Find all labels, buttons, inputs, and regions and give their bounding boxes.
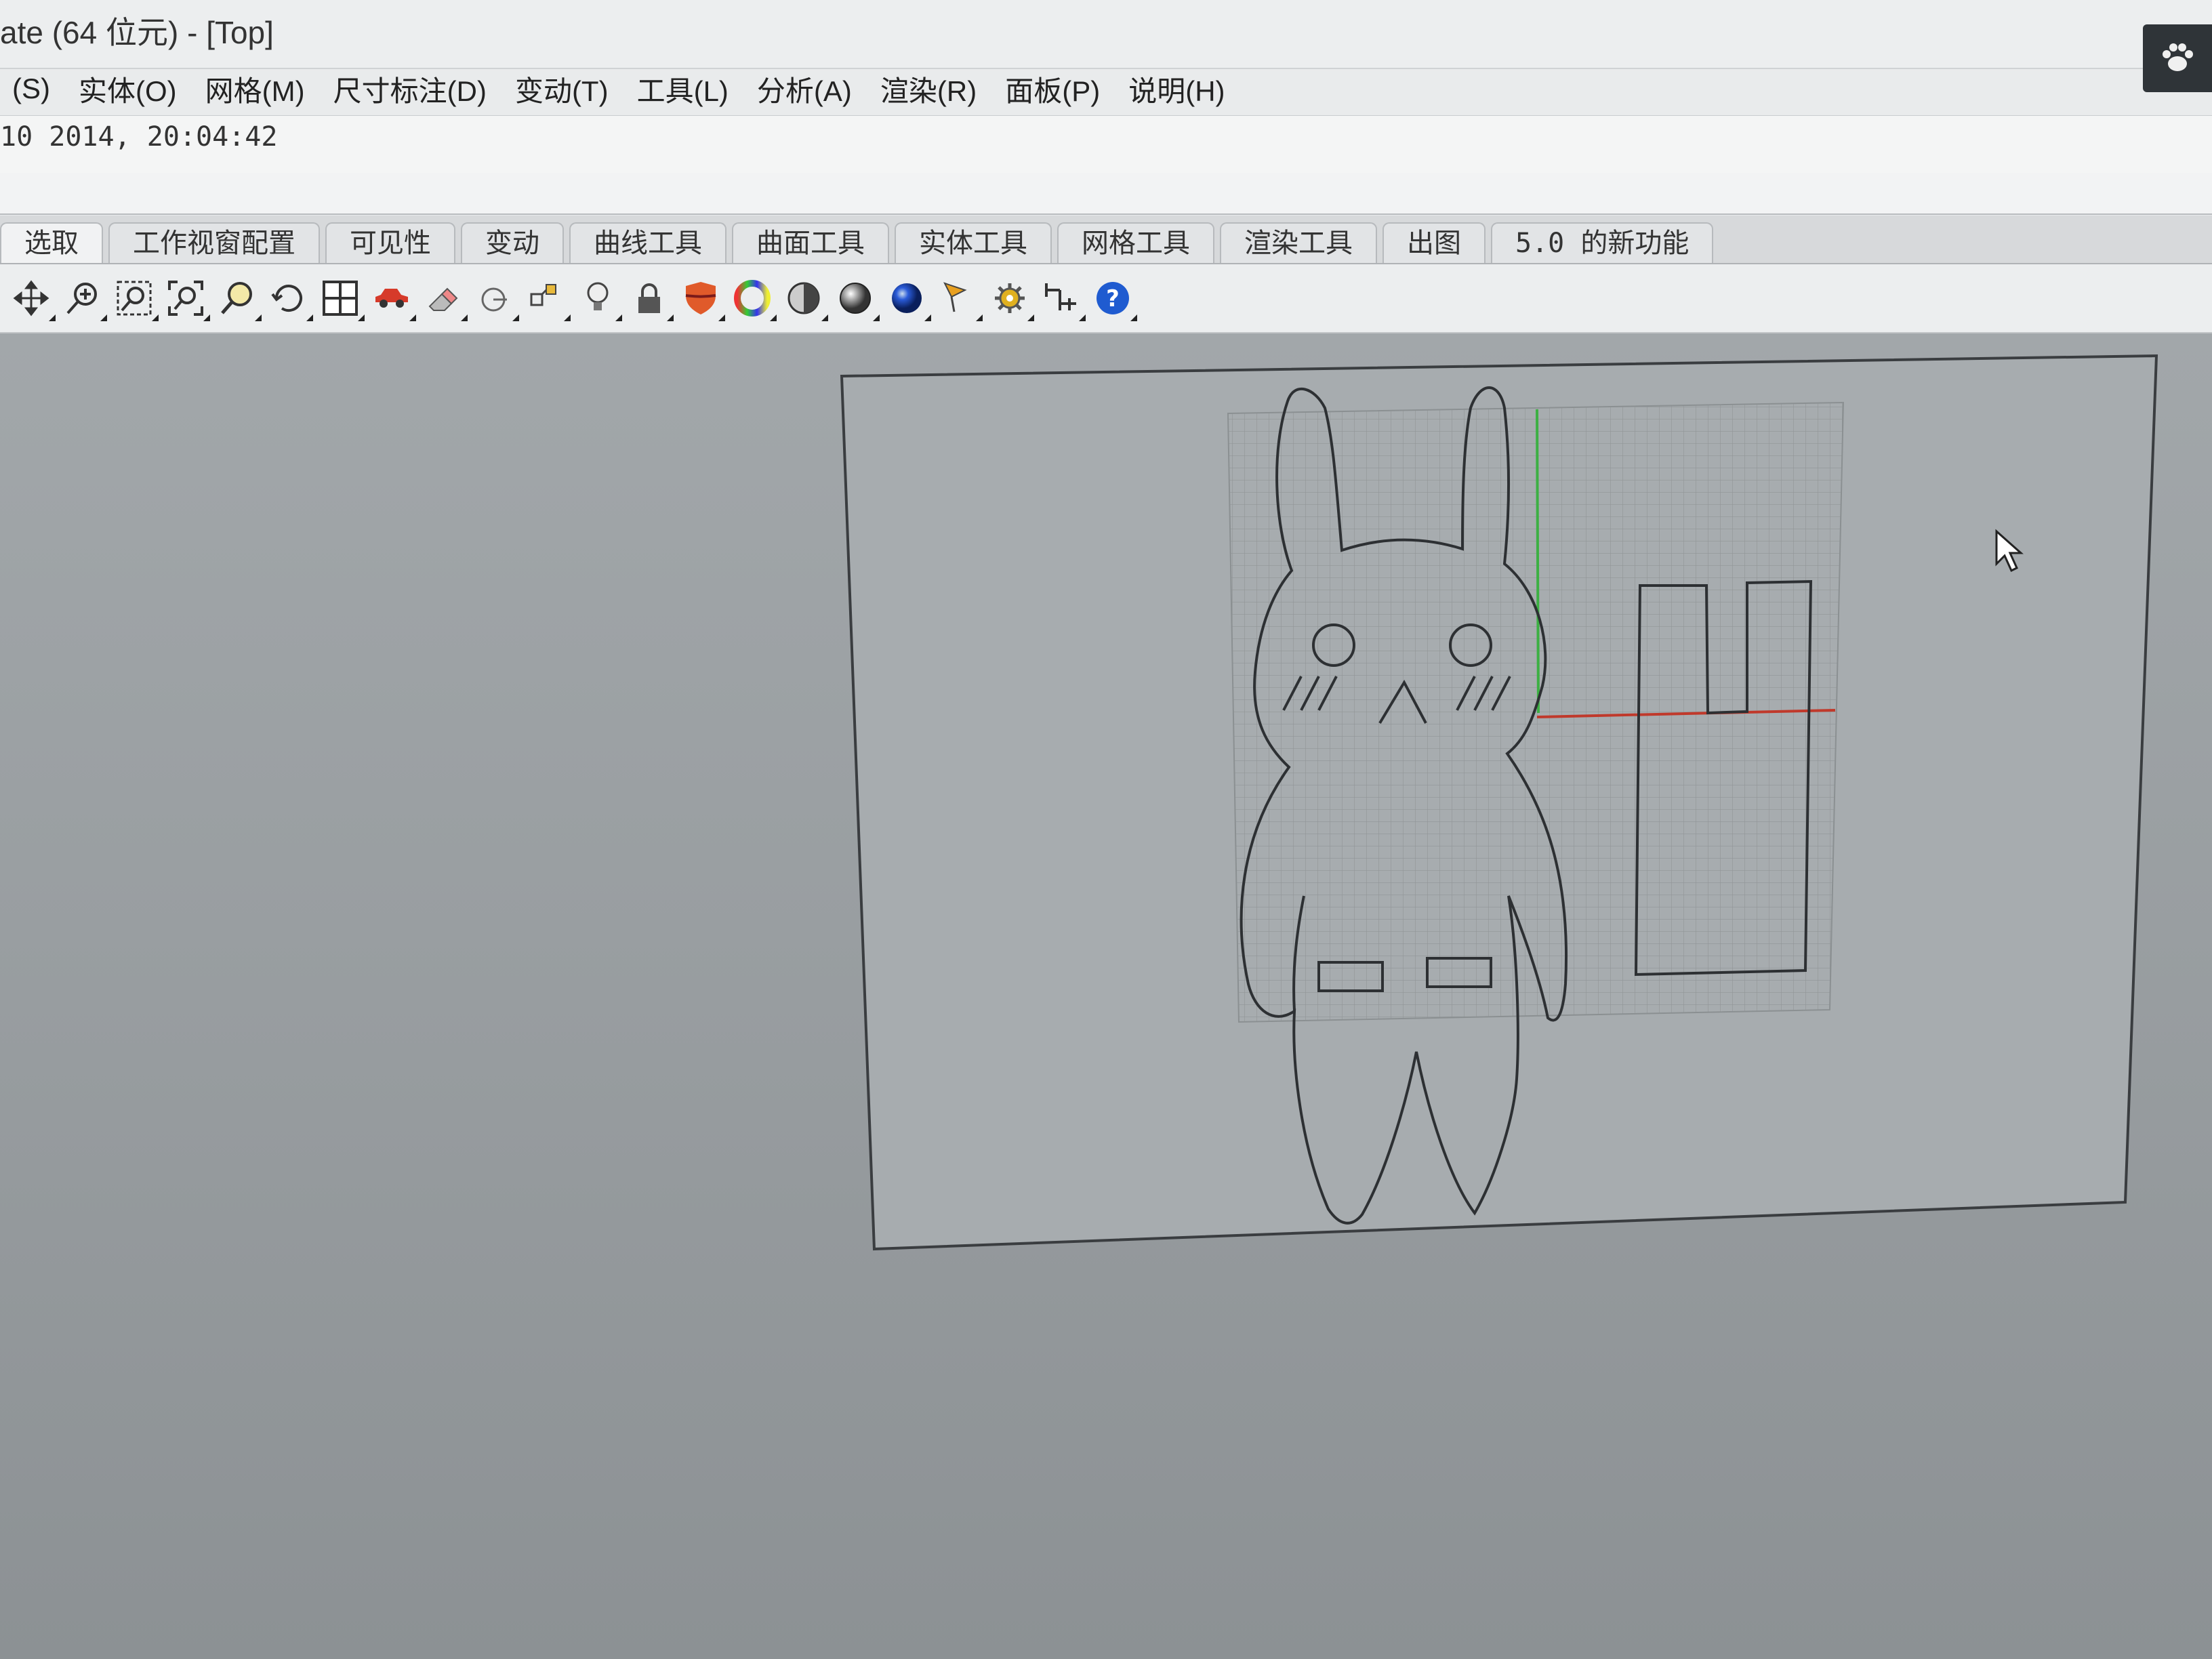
- color-wheel-icon[interactable]: [731, 276, 774, 320]
- zoom-selected-icon[interactable]: [216, 276, 259, 320]
- toolbar-tabs: 选取 工作视窗配置 可见性 变动 曲线工具 曲面工具 实体工具 网格工具 渲染工…: [0, 216, 2212, 264]
- light-bulb-icon[interactable]: [576, 276, 619, 320]
- tab-drafting[interactable]: 出图: [1382, 222, 1486, 263]
- zoom-extents-icon[interactable]: [164, 276, 207, 320]
- app-chrome: ate (64 位元) - [Top] (S) 实体(O) 网格(M) 尺寸标注…: [0, 0, 2212, 339]
- viewport-top[interactable]: [0, 333, 2212, 1659]
- menu-item-view[interactable]: (S): [0, 73, 62, 105]
- tab-solid-tools[interactable]: 实体工具: [895, 222, 1052, 263]
- shield-icon[interactable]: [679, 276, 722, 320]
- tab-select[interactable]: 选取: [0, 222, 103, 263]
- command-history-text: 10 2014, 20:04:42: [0, 121, 278, 152]
- menu-item-panels[interactable]: 面板(P): [993, 68, 1112, 110]
- eraser-icon[interactable]: [422, 276, 465, 320]
- dimension-icon[interactable]: [1040, 276, 1083, 320]
- shaded-sphere-icon[interactable]: [834, 276, 877, 320]
- tab-viewport-layout[interactable]: 工作视窗配置: [108, 222, 320, 263]
- main-toolbar: ?: [0, 264, 2212, 333]
- window-title: ate (64 位元) - [Top]: [0, 15, 274, 50]
- tab-transform[interactable]: 变动: [461, 222, 564, 263]
- pan-icon[interactable]: [9, 276, 53, 320]
- menu-item-tools[interactable]: 工具(L): [625, 68, 741, 110]
- y-axis: [1536, 409, 1540, 714]
- title-bar: ate (64 位元) - [Top]: [0, 0, 2212, 92]
- menu-item-mesh[interactable]: 网格(M): [193, 68, 317, 110]
- car-icon[interactable]: [370, 276, 413, 320]
- hide-icon[interactable]: [473, 276, 516, 320]
- show-objects-icon[interactable]: [525, 276, 568, 320]
- half-shaded-sphere-icon[interactable]: [782, 276, 825, 320]
- help-icon[interactable]: ?: [1091, 276, 1134, 320]
- menu-item-analyze[interactable]: 分析(A): [745, 68, 864, 110]
- tab-new-in-v5[interactable]: 5.0 的新功能: [1491, 222, 1714, 263]
- menu-item-solid[interactable]: 实体(O): [66, 68, 189, 110]
- tab-surface-tools[interactable]: 曲面工具: [732, 222, 889, 263]
- tab-render-tools[interactable]: 渲染工具: [1220, 222, 1377, 263]
- svg-text:?: ?: [1106, 285, 1120, 312]
- lock-icon[interactable]: [628, 276, 671, 320]
- zoom-in-icon[interactable]: [61, 276, 104, 320]
- tab-mesh-tools[interactable]: 网格工具: [1057, 222, 1214, 263]
- rotate-view-icon[interactable]: [267, 276, 310, 320]
- viewport-canvas[interactable]: [0, 333, 2212, 1659]
- tab-visibility[interactable]: 可见性: [325, 222, 455, 263]
- zoom-window-icon[interactable]: [112, 276, 156, 320]
- menu-item-transform[interactable]: 变动(T): [503, 68, 621, 110]
- menu-bar: (S) 实体(O) 网格(M) 尺寸标注(D) 变动(T) 工具(L) 分析(A…: [0, 65, 2212, 112]
- viewport-layout-icon[interactable]: [319, 276, 362, 320]
- tab-curve-tools[interactable]: 曲线工具: [569, 222, 726, 263]
- pencil-flag-icon[interactable]: [937, 276, 980, 320]
- menu-item-render[interactable]: 渲染(R): [868, 68, 989, 110]
- command-prompt-input[interactable]: [0, 173, 2212, 215]
- blue-sphere-icon[interactable]: [885, 276, 928, 320]
- command-history: 10 2014, 20:04:42: [0, 115, 2212, 178]
- menu-item-help[interactable]: 说明(H): [1116, 68, 1237, 110]
- menu-item-dimension[interactable]: 尺寸标注(D): [321, 68, 499, 110]
- gear-icon[interactable]: [988, 276, 1031, 320]
